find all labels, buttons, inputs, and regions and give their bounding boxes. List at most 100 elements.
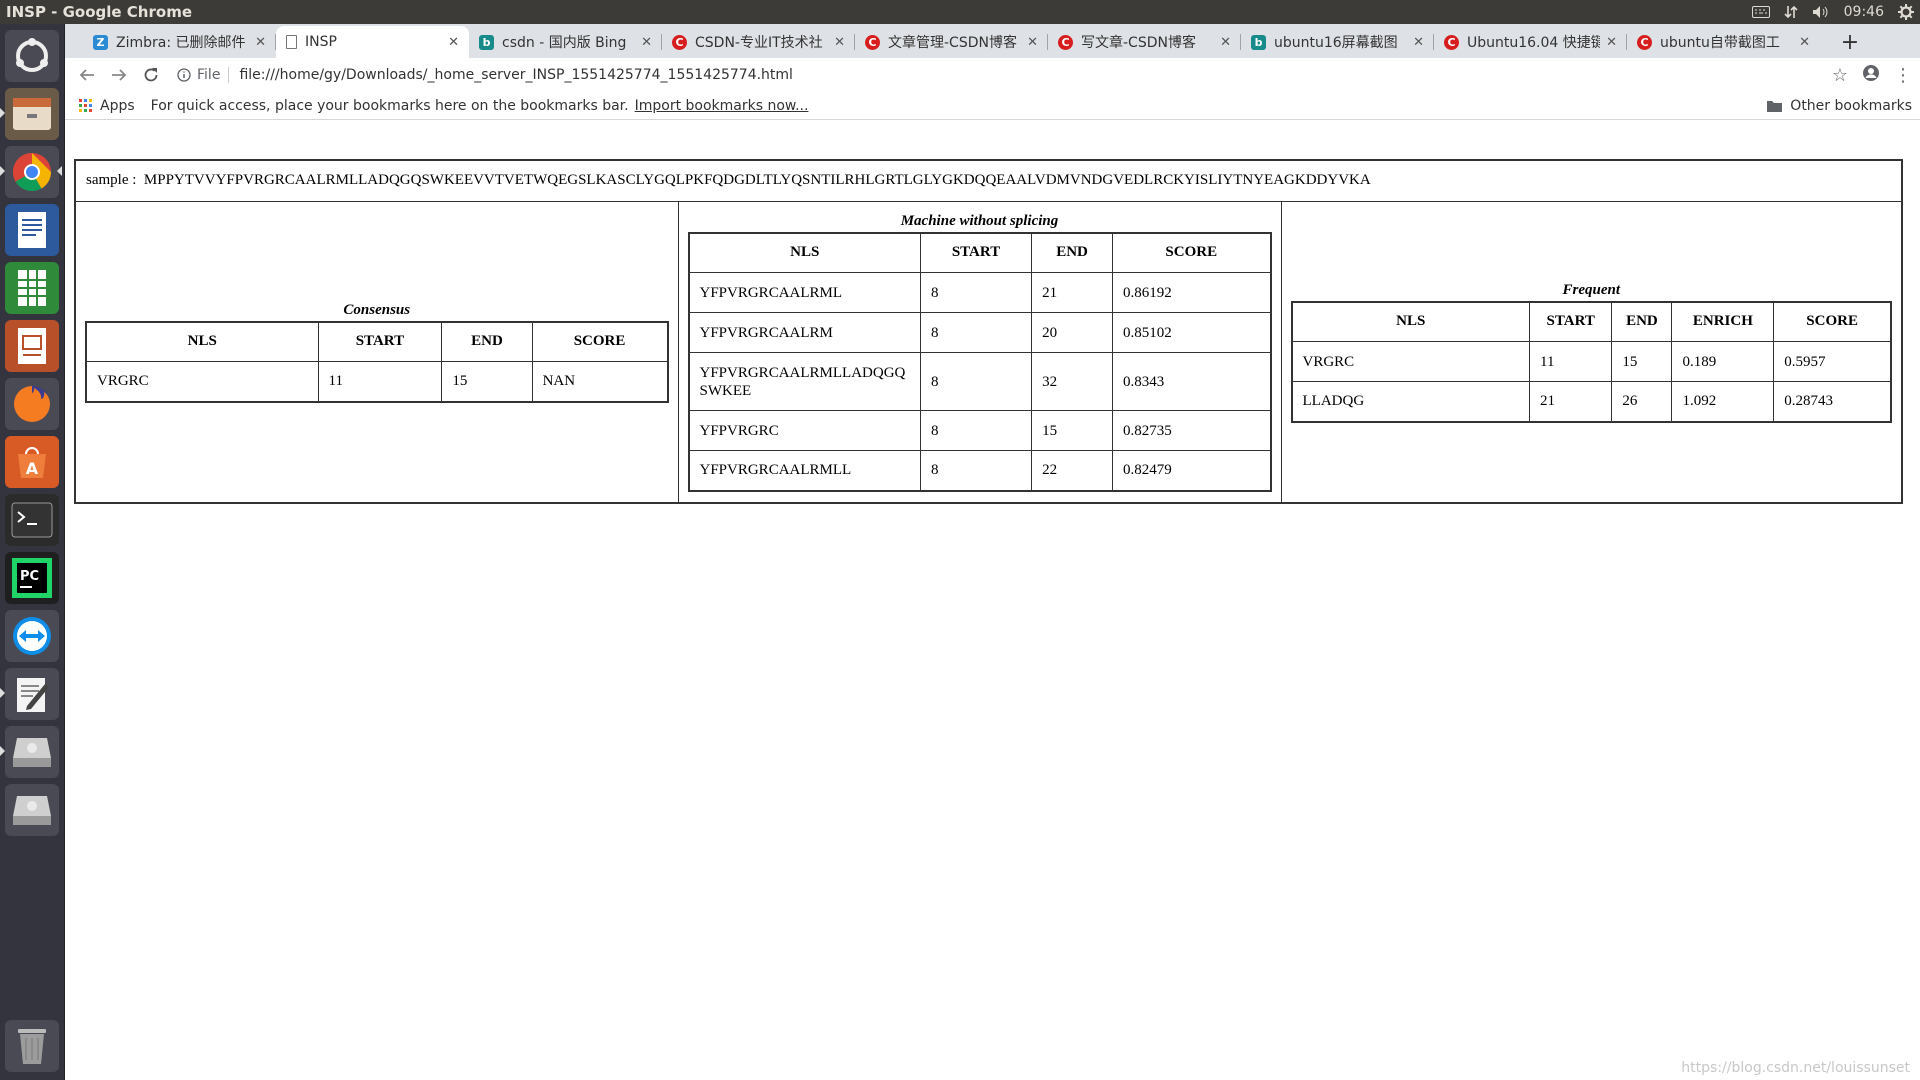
cell-end: 32: [1031, 352, 1114, 411]
frequent-title: Frequent: [1562, 281, 1620, 298]
cell-nls: VRGRC: [1291, 341, 1530, 382]
col-header: SCORE: [1112, 232, 1271, 273]
software-center-icon[interactable]: A: [5, 436, 59, 488]
cell-start: 8: [919, 352, 1033, 411]
table-row: YFPVRGRC 8 15 0.82735: [688, 410, 1271, 451]
keyboard-icon[interactable]: [1751, 6, 1770, 18]
menu-kebab-icon[interactable]: ⋮: [1894, 65, 1912, 86]
bookmarks-hint: For quick access, place your bookmarks h…: [150, 97, 629, 114]
tab-csdn-write[interactable]: C 写文章-CSDN博客 ✕: [1048, 26, 1241, 58]
toolbar-actions: ☆ ⋮: [1832, 61, 1912, 89]
tab-label: CSDN-专业IT技术社: [695, 35, 823, 51]
tab-bing-csdn[interactable]: b csdn - 国内版 Bing ✕: [469, 26, 662, 58]
consensus-title: Consensus: [343, 301, 411, 318]
tab-bing-ubuntu[interactable]: b ubuntu16屏幕截图 ✕: [1241, 26, 1434, 58]
calc-icon[interactable]: [5, 262, 59, 314]
site-info-chip[interactable]: File: [177, 67, 230, 83]
close-icon[interactable]: ✕: [1027, 35, 1038, 50]
firefox-icon[interactable]: [5, 378, 59, 430]
close-icon[interactable]: ✕: [1799, 35, 1810, 50]
cell-nls: YFPVRGRCAALRM: [688, 312, 921, 353]
cell-nls: YFPVRGRCAALRML: [688, 272, 921, 313]
cell-start: 8: [919, 312, 1033, 353]
col-header: END: [441, 321, 533, 362]
file-icon: [286, 35, 297, 49]
arrow-left-icon: [79, 69, 94, 81]
cell-nls: YFPVRGRCAALRMLLADQGQSWKEE: [688, 352, 921, 411]
chrome-window: Z Zimbra: 已删除邮件 ✕ INSP ✕ b csdn - 国内版 Bi…: [65, 24, 1920, 1080]
close-icon[interactable]: ✕: [1413, 35, 1424, 50]
account-icon[interactable]: [1862, 64, 1880, 87]
settings-gear-icon[interactable]: [1898, 4, 1914, 20]
apps-label: Apps: [100, 97, 135, 114]
trash-icon[interactable]: [5, 1020, 59, 1072]
tab-label: 写文章-CSDN博客: [1081, 35, 1196, 51]
address-bar[interactable]: File file:///home/gy/Downloads/_home_ser…: [177, 61, 1857, 89]
col-header: START: [919, 232, 1033, 273]
cell-end: 20: [1031, 312, 1114, 353]
cell-score: 0.86192: [1112, 272, 1271, 313]
close-icon[interactable]: ✕: [448, 35, 459, 50]
cell-end: 22: [1031, 450, 1114, 491]
close-icon[interactable]: ✕: [1606, 35, 1617, 50]
table-row: YFPVRGRCAALRML 8 21 0.86192: [688, 272, 1271, 313]
col-header: END: [1031, 232, 1114, 273]
tab-insp[interactable]: INSP ✕: [276, 26, 469, 58]
cell-end: 15: [1611, 341, 1673, 382]
close-icon[interactable]: ✕: [255, 35, 266, 50]
network-icon[interactable]: [1784, 5, 1798, 19]
tab-csdn-home[interactable]: C CSDN-专业IT技术社 ✕: [662, 26, 855, 58]
csdn-icon: C: [1444, 34, 1459, 50]
cell-start: 8: [919, 410, 1033, 451]
new-tab-button[interactable]: +: [1835, 26, 1865, 58]
machine-section: Machine without splicing NLS START END S…: [677, 200, 1282, 503]
col-header: NLS: [1291, 301, 1530, 342]
tab-ubuntu-shortcuts[interactable]: C Ubuntu16.04 快捷键 ✕: [1434, 26, 1627, 58]
cell-score: 0.8343: [1112, 352, 1271, 411]
dash-home-icon[interactable]: [5, 30, 59, 82]
clock[interactable]: 09:46: [1844, 4, 1884, 20]
window-title: INSP - Google Chrome: [6, 3, 192, 21]
pycharm-icon[interactable]: PC: [5, 552, 59, 604]
cell-start: 11: [1528, 341, 1613, 382]
cell-end: 15: [1031, 410, 1114, 451]
machine-table: NLS START END SCORE YFPVRGRCAALRML 8 21 …: [687, 231, 1272, 492]
back-button[interactable]: [71, 60, 103, 90]
frequent-table: NLS START END ENRICH SCORE VRGRC 11 15 0…: [1290, 300, 1892, 423]
disk-drive-icon[interactable]: [5, 726, 59, 778]
csdn-icon: C: [1637, 34, 1652, 50]
reload-button[interactable]: [135, 60, 167, 90]
apps-shortcut[interactable]: Apps: [79, 98, 135, 114]
csdn-icon: C: [1058, 34, 1073, 50]
chrome-icon[interactable]: [5, 146, 59, 198]
tab-strip: Z Zimbra: 已删除邮件 ✕ INSP ✕ b csdn - 国内版 Bi…: [65, 24, 1920, 58]
table-row: YFPVRGRCAALRM 8 20 0.85102: [688, 312, 1271, 353]
col-header: END: [1611, 301, 1673, 342]
cell-start: 8: [919, 450, 1033, 491]
forward-button[interactable]: [103, 60, 135, 90]
terminal-icon[interactable]: [5, 494, 59, 546]
other-bookmarks[interactable]: Other bookmarks: [1767, 98, 1912, 114]
close-icon[interactable]: ✕: [1220, 35, 1231, 50]
apps-grid-icon: [79, 99, 92, 112]
files-icon[interactable]: [5, 88, 59, 140]
writer-icon[interactable]: [5, 204, 59, 256]
url-text[interactable]: file:///home/gy/Downloads/_home_server_I…: [239, 67, 793, 83]
disk-drive-icon-2[interactable]: [5, 784, 59, 836]
chip-label: File: [197, 67, 221, 83]
cell-nls: YFPVRGRC: [688, 410, 921, 451]
close-icon[interactable]: ✕: [834, 35, 845, 50]
tab-zimbra[interactable]: Z Zimbra: 已删除邮件 ✕: [83, 26, 276, 58]
text-editor-icon[interactable]: [5, 668, 59, 720]
impress-icon[interactable]: [5, 320, 59, 372]
folder-icon: [1767, 100, 1783, 112]
volume-icon[interactable]: [1812, 5, 1830, 19]
teamviewer-icon[interactable]: [5, 610, 59, 662]
col-header: NLS: [85, 321, 319, 362]
tab-ubuntu-screenshot[interactable]: C ubuntu自带截图工 ✕: [1627, 26, 1820, 58]
tab-csdn-manage[interactable]: C 文章管理-CSDN博客 ✕: [855, 26, 1048, 58]
close-icon[interactable]: ✕: [641, 35, 652, 50]
star-icon[interactable]: ☆: [1832, 65, 1848, 86]
table-row: YFPVRGRCAALRMLL 8 22 0.82479: [688, 450, 1271, 491]
import-bookmarks-link[interactable]: Import bookmarks now...: [635, 98, 809, 114]
